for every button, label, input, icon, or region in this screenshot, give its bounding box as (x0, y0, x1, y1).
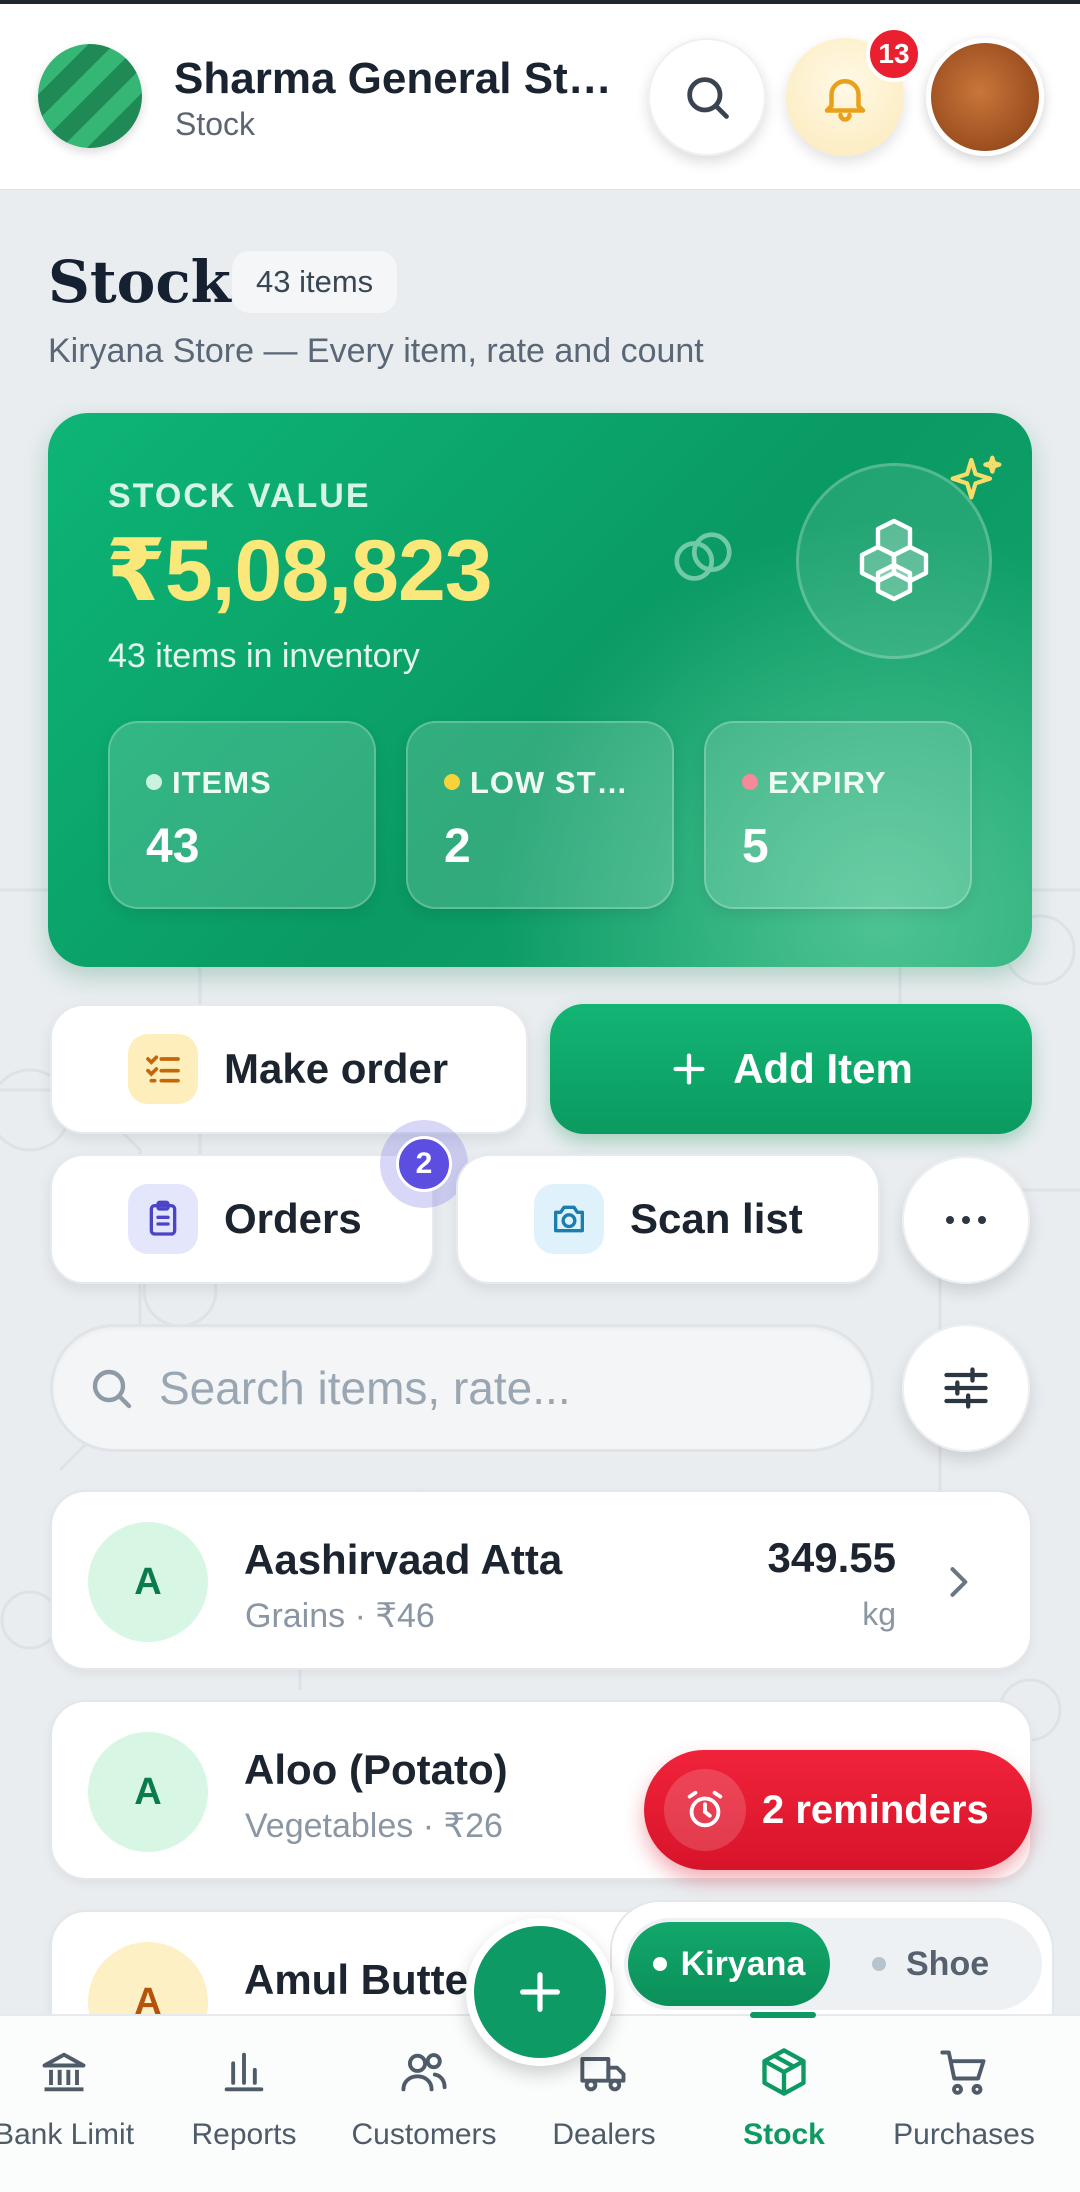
truck-icon (580, 2057, 626, 2092)
filter-button[interactable] (902, 1324, 1030, 1452)
segment-dot (872, 1957, 886, 1971)
orders-label: Orders (224, 1195, 362, 1242)
nav-label: Stock (743, 2118, 825, 2151)
item-name: Aloo (Potato) (244, 1746, 508, 1793)
camera-icon (554, 1205, 584, 1233)
stat-items-label: ITEMS (146, 765, 366, 801)
add-item-button[interactable]: Add Item (550, 1004, 1032, 1134)
stat-low-stock-label: LOW ST… (444, 765, 664, 801)
item-count-chip: 43 items (232, 251, 398, 313)
make-order-label: Make order (224, 1045, 449, 1092)
cubes-icon (859, 518, 929, 602)
nav-label: Purchases (893, 2118, 1035, 2151)
page-title: Stock (48, 248, 231, 316)
search-icon (92, 1369, 132, 1409)
checklist-icon (146, 1055, 180, 1083)
clipboard-icon-box (128, 1184, 198, 1254)
bank-icon (42, 2052, 86, 2092)
stock-value-card: STOCK VALUE ₹5,08,823 43 items in invent… (48, 413, 1032, 967)
stat-items-value: 43 (146, 820, 200, 873)
coins-icon (674, 532, 732, 581)
item-avatar: A (88, 1732, 208, 1852)
orders-count: 2 (396, 1136, 452, 1192)
item-name: Aashirvaad Atta (244, 1536, 563, 1583)
notification-count-badge: 13 (866, 26, 922, 82)
alarm-clock-icon (687, 1790, 723, 1828)
item-avatar: A (88, 1522, 208, 1642)
nav-label: Dealers (552, 2118, 656, 2151)
stat-expiry-value: 5 (742, 820, 769, 873)
stat-low-stock-value: 2 (444, 820, 471, 873)
app-header: Sharma General Store Stock 13 (0, 4, 1080, 190)
chevron-right-icon (950, 1567, 968, 1597)
nav-purchases[interactable]: Purchases (874, 2016, 1054, 2192)
header-section-label: Stock (175, 106, 256, 142)
store-logo[interactable] (38, 44, 142, 148)
stat-low-stock[interactable]: LOW ST… 2 (406, 721, 674, 909)
orders-button[interactable]: Orders (50, 1154, 434, 1284)
more-horizontal-icon (946, 1216, 986, 1224)
plus-icon (520, 1972, 560, 2012)
item-meta: Vegetables · ₹26 (245, 1807, 503, 1845)
alarm-icon-box (664, 1769, 746, 1851)
clipboard-icon (149, 1200, 177, 1236)
stock-value-label: STOCK VALUE (108, 477, 371, 515)
search-bar[interactable] (50, 1324, 874, 1452)
active-tab-indicator (750, 2012, 816, 2018)
item-name: Amul Butte (244, 1956, 468, 2003)
page-description: Kiryana Store — Every item, rate and cou… (48, 332, 704, 370)
more-options-button[interactable] (902, 1156, 1030, 1284)
nav-label: Customers (351, 2118, 497, 2151)
item-quantity: 349.55 (767, 1534, 896, 1581)
segment-shoe[interactable]: Shoe (872, 1922, 989, 2006)
store-name: Sharma General Store (174, 54, 634, 103)
nav-stock[interactable]: Stock (694, 2016, 874, 2192)
user-avatar[interactable] (926, 38, 1044, 156)
item-meta: Grains · ₹46 (245, 1597, 435, 1635)
box-icon (762, 2048, 806, 2096)
scan-list-label: Scan list (630, 1195, 803, 1242)
nav-reports[interactable]: Reports (154, 2016, 334, 2192)
quick-add-fab[interactable] (466, 1918, 614, 2066)
segment-kiryana[interactable]: Kiryana (628, 1922, 830, 2006)
stat-dot (444, 774, 460, 790)
scan-list-button[interactable]: Scan list (456, 1154, 880, 1284)
search-input[interactable] (159, 1361, 839, 1415)
header-search-button[interactable] (648, 38, 766, 156)
stat-dot (742, 774, 758, 790)
segment-shoe-label: Shoe (906, 1944, 990, 1983)
segment-dot (652, 1957, 667, 1971)
reminders-button[interactable]: 2 reminders (644, 1750, 1032, 1870)
stat-dot (146, 774, 162, 790)
stock-value-subtitle: 43 items in inventory (108, 637, 420, 675)
stat-expiry[interactable]: EXPIRY 5 (704, 721, 972, 909)
plus-icon (673, 1053, 705, 1085)
camera-icon-box (534, 1184, 604, 1254)
search-icon (687, 77, 729, 119)
segment-kiryana-label: Kiryana (680, 1944, 806, 1983)
make-order-button[interactable]: Make order (50, 1004, 528, 1134)
bar-chart-icon (224, 2052, 264, 2092)
sparkle-icon (950, 455, 1002, 500)
reminders-label: 2 reminders (762, 1787, 989, 1832)
stock-value-amount: ₹5,08,823 (106, 523, 493, 619)
stat-items[interactable]: ITEMS 43 (108, 721, 376, 909)
bell-icon (824, 79, 866, 122)
list-item[interactable]: A Aashirvaad Atta Grains · ₹46 349.55 kg (50, 1490, 1032, 1670)
item-unit: kg (862, 1596, 896, 1632)
nav-bank-limit[interactable]: Bank Limit (0, 2016, 154, 2192)
stat-expiry-label: EXPIRY (742, 765, 962, 801)
add-item-label: Add Item (733, 1045, 913, 1092)
users-icon (401, 2053, 447, 2092)
orders-count-badge: 2 (380, 1120, 468, 1208)
nav-label: Reports (191, 2118, 297, 2151)
sliders-icon (944, 1367, 988, 1409)
nav-label: Bank Limit (0, 2118, 135, 2151)
cart-icon (940, 2050, 986, 2095)
checklist-icon-box (128, 1034, 198, 1104)
